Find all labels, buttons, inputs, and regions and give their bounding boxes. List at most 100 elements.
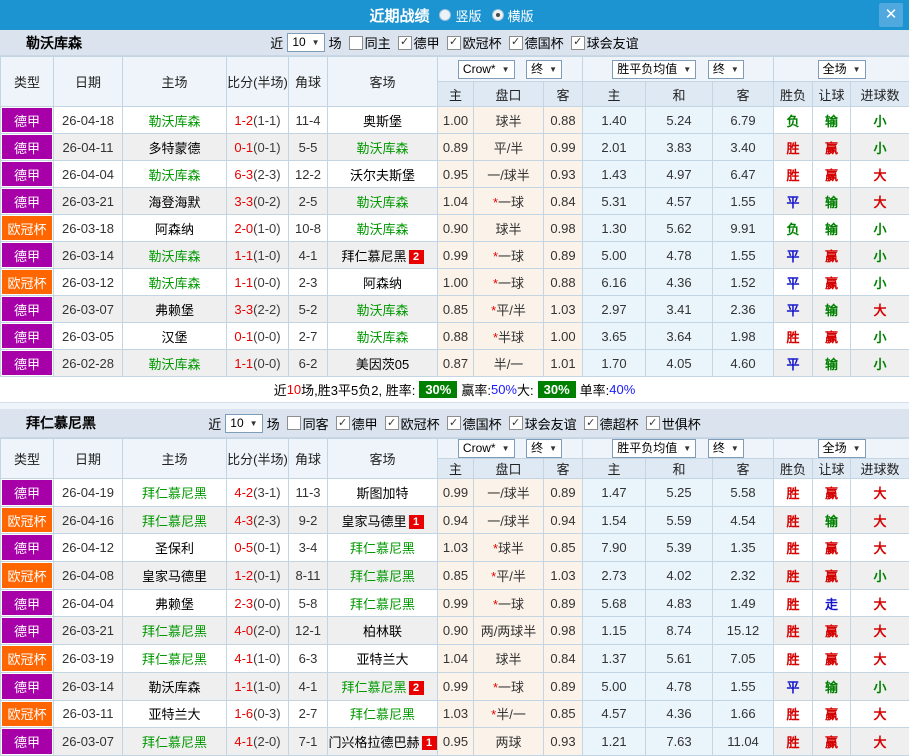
scope-select[interactable]: 全场▼ (818, 439, 866, 458)
team-label: 勒沃库森 (148, 357, 200, 372)
team-label: 弗赖堡 (155, 303, 194, 318)
table-row: 欧冠杯26-03-11亚特兰大1-6(0-3)2-7拜仁慕尼黑1.03*半/一0… (1, 700, 909, 728)
outcome-goals: 小 (851, 107, 909, 134)
match-count-select[interactable]: 10▼ (225, 414, 262, 433)
league-badge: 欧冠杯 (1, 215, 54, 242)
mean-home: 1.30 (583, 215, 646, 242)
match-date: 26-03-14 (54, 672, 123, 700)
scope-value: 全场 (823, 441, 847, 456)
mean-home: 5.68 (583, 589, 646, 617)
odds-home: 1.04 (438, 645, 474, 673)
league-filter-checkbox[interactable]: ✓ (398, 36, 412, 50)
league-badge: 德甲 (1, 479, 54, 507)
mean-away: 1.49 (713, 589, 774, 617)
odds-handicap: *一球 (474, 188, 544, 215)
mean-draw: 8.74 (646, 617, 713, 645)
odds-away: 1.03 (544, 562, 583, 590)
match-date: 26-03-07 (54, 728, 123, 756)
layout-radio[interactable] (439, 9, 451, 21)
mean-select[interactable]: 胜平负均值▼ (612, 60, 696, 79)
odds-away: 0.93 (544, 728, 583, 756)
mean-away: 1.66 (713, 700, 774, 728)
odds-source-select[interactable]: Crow*▼ (458, 60, 515, 79)
outcome-goals: 大 (851, 296, 909, 323)
halftime-score: (1-0) (253, 651, 280, 666)
away-team: 美因茨05 (328, 350, 438, 377)
mean-time-select[interactable]: 终▼ (708, 60, 744, 79)
outcome-result: 胜 (774, 134, 813, 161)
halftime-score: (2-3) (253, 513, 280, 528)
halftime-score: (3-1) (253, 485, 280, 500)
outcome-result: 平 (774, 672, 813, 700)
score: 4-2(3-1) (227, 479, 289, 507)
league-badge: 德甲 (1, 242, 54, 269)
odds-time-select[interactable]: 终▼ (526, 60, 562, 79)
mean-draw: 4.83 (646, 589, 713, 617)
table-row: 德甲26-03-21拜仁慕尼黑4-0(2-0)12-1柏林联0.90两/两球半0… (1, 617, 909, 645)
summary-segment: 50% (491, 382, 517, 397)
home-team: 弗赖堡 (123, 589, 227, 617)
odds-away: 0.93 (544, 161, 583, 188)
league-filter-checkbox[interactable]: ✓ (509, 36, 523, 50)
mean-select[interactable]: 胜平负均值▼ (612, 439, 696, 458)
corners: 11-4 (289, 107, 328, 134)
odds-time-select[interactable]: 终▼ (526, 439, 562, 458)
score: 0-5(0-1) (227, 534, 289, 562)
match-count-select[interactable]: 10▼ (287, 33, 324, 52)
mean-home: 6.16 (583, 269, 646, 296)
home-team: 圣保利 (123, 534, 227, 562)
close-button[interactable]: ✕ (879, 3, 903, 27)
mean-home: 1.40 (583, 107, 646, 134)
mean-draw: 4.05 (646, 350, 713, 377)
outcome-result: 胜 (774, 534, 813, 562)
sub-header-handicap-result: 让球 (813, 82, 851, 107)
league-filter-checkbox[interactable]: ✓ (447, 36, 461, 50)
league-filter-checkbox[interactable]: ✓ (385, 416, 399, 430)
league-filter-checkbox[interactable]: ✓ (447, 416, 461, 430)
score: 1-1(1-0) (227, 672, 289, 700)
outcome-result: 平 (774, 269, 813, 296)
mean-time-select[interactable]: 终▼ (708, 439, 744, 458)
outcome-goals: 小 (851, 672, 909, 700)
fulltime-score: 6-3 (234, 167, 253, 182)
fulltime-score: 4-0 (234, 623, 253, 638)
handicap-star: * (491, 707, 496, 722)
odds-away: 0.89 (544, 479, 583, 507)
league-badge: 德甲 (1, 188, 54, 215)
odds-group-header: Crow*▼ 终▼ (438, 439, 583, 459)
league-badge: 欧冠杯 (1, 506, 54, 534)
outcome-goals: 大 (851, 589, 909, 617)
league-filter-checkbox[interactable]: ✓ (336, 416, 350, 430)
league-filter-checkbox[interactable]: ✓ (646, 416, 660, 430)
league-filter-checkbox[interactable]: ✓ (571, 36, 585, 50)
team-label: 拜仁慕尼黑 (350, 569, 415, 584)
odds-handicap: 两球 (474, 728, 544, 756)
odds-home: 0.99 (438, 589, 474, 617)
team-label: 圣保利 (155, 541, 194, 556)
modal-title: 近期战绩 (369, 5, 429, 26)
score: 1-2(1-1) (227, 107, 289, 134)
corners: 2-3 (289, 269, 328, 296)
mean-home: 2.73 (583, 562, 646, 590)
odds-source-select[interactable]: Crow*▼ (458, 439, 515, 458)
table-row: 德甲26-04-19拜仁慕尼黑4-2(3-1)11-3斯图加特0.99一/球半0… (1, 479, 909, 507)
col-header-away: 客场 (328, 57, 438, 107)
odds-time-value: 终 (531, 441, 543, 456)
league-filter-checkbox[interactable]: ✓ (509, 416, 523, 430)
match-date: 26-04-08 (54, 562, 123, 590)
scope-select[interactable]: 全场▼ (818, 60, 866, 79)
team-label: 勒沃库森 (356, 222, 408, 237)
col-header-home: 主场 (123, 57, 227, 107)
same-venue-checkbox[interactable] (287, 416, 301, 430)
odds-away: 0.98 (544, 617, 583, 645)
league-filter-checkbox[interactable]: ✓ (584, 416, 598, 430)
same-venue-checkbox[interactable] (349, 36, 363, 50)
league-badge: 欧冠杯 (1, 700, 54, 728)
mean-away: 3.40 (713, 134, 774, 161)
league-badge: 德甲 (1, 161, 54, 188)
mean-draw: 4.36 (646, 269, 713, 296)
recent-results-modal: 近期战绩 竖版横版 ✕ 勒沃库森 近10▼场同主✓德甲✓欧冠杯✓德国杯✓球会友谊… (0, 0, 909, 750)
layout-radio[interactable] (492, 9, 504, 21)
outcome-handicap: 赢 (813, 242, 851, 269)
halftime-score: (1-0) (253, 248, 280, 263)
